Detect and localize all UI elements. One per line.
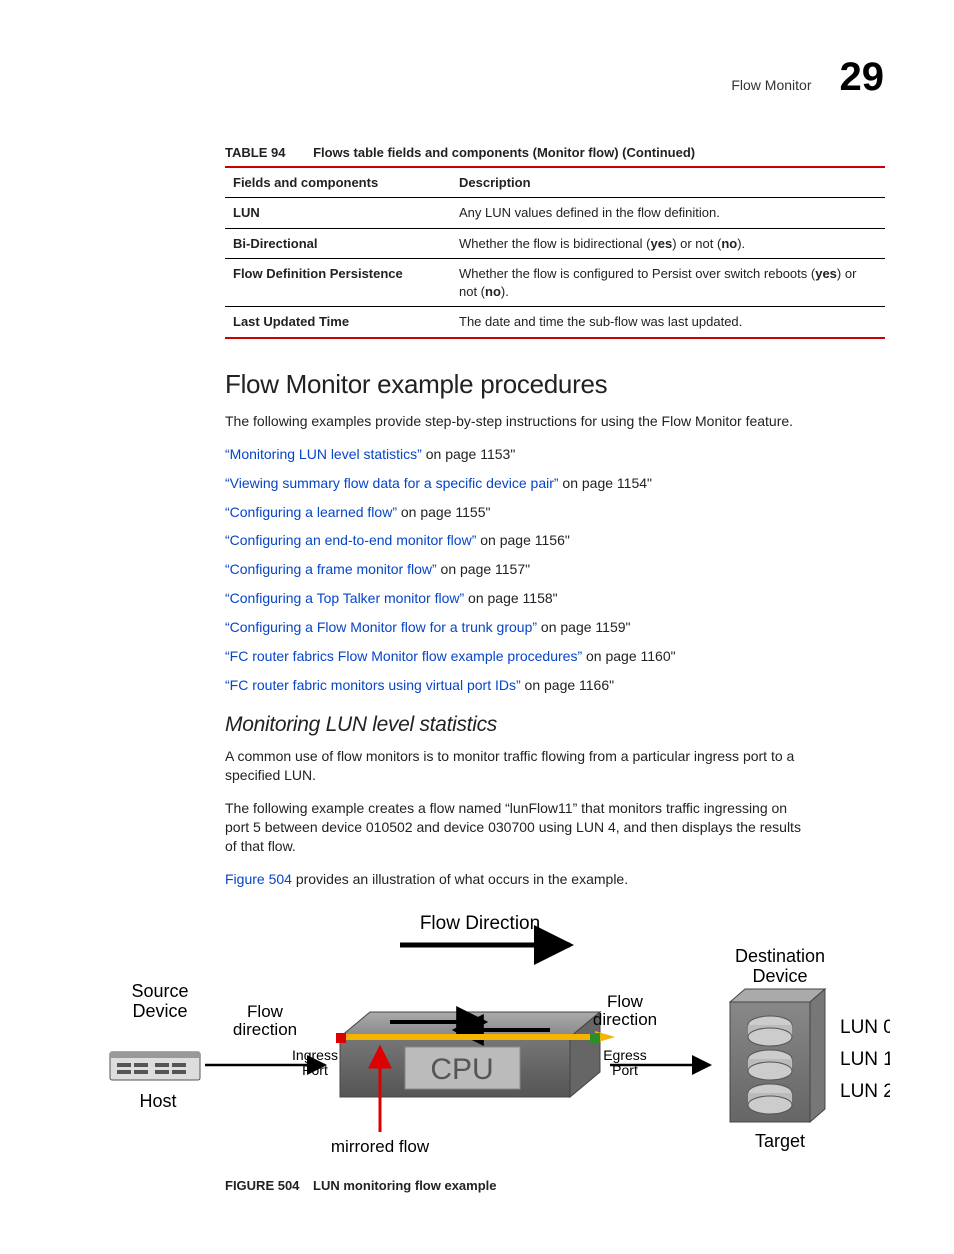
table-caption: TABLE 94 Flows table fields and componen… [225,144,884,162]
body-paragraph: Figure 504 provides an illustration of w… [225,870,814,889]
page-header: Flow Monitor 29 [70,50,884,104]
switch-cpu-icon: CPU [336,1012,615,1097]
xref-link[interactable]: “FC router fabrics Flow Monitor flow exa… [225,648,582,664]
xref-tail: on page 1156" [476,532,569,548]
table-caption-label: TABLE 94 [225,145,285,160]
table-cell-desc: Any LUN values defined in the flow defin… [451,198,885,229]
xref-link[interactable]: “Configuring a frame monitor flow” [225,561,437,577]
table-row: Flow Definition Persistence Whether the … [225,259,885,307]
xref-line: “FC router fabric monitors using virtual… [225,676,814,695]
xref-link[interactable]: “Configuring a Top Talker monitor flow” [225,590,464,606]
xref-line: “Monitoring LUN level statistics” on pag… [225,445,814,464]
xref-line: “Viewing summary flow data for a specifi… [225,474,814,493]
table-cell-desc: The date and time the sub-flow was last … [451,307,885,338]
table-cell-desc: Whether the flow is bidirectional (yes) … [451,228,885,259]
flows-table: Fields and components Description LUN An… [225,166,885,339]
sub-heading: Monitoring LUN level statistics [225,711,884,739]
xref-tail: on page 1160" [582,648,675,664]
body-text: provides an illustration of what occurs … [292,871,628,887]
label-destination-device: DestinationDevice [735,946,825,986]
target-device-icon [730,989,825,1122]
header-chapter-number: 29 [840,50,885,104]
table-header-col2: Description [451,167,885,198]
xref-tail: on page 1154" [559,475,652,491]
xref-line: “Configuring an end-to-end monitor flow”… [225,531,814,550]
table-header-col1: Fields and components [225,167,451,198]
xref-tail: on page 1159" [537,619,630,635]
table-cell-desc: Whether the flow is configured to Persis… [451,259,885,307]
table-cell-field: Flow Definition Persistence [225,259,451,307]
label-ingress-port: IngressPort [292,1047,338,1078]
label-source-device: SourceDevice [131,981,188,1021]
label-lun2: LUN 2 [840,1081,890,1102]
xref-link[interactable]: “Monitoring LUN level statistics” [225,446,422,462]
xref-link[interactable]: “Configuring a learned flow” [225,504,397,520]
xref-tail: on page 1155" [397,504,490,520]
host-device-icon [110,1052,200,1080]
xref-line: “Configuring a frame monitor flow” on pa… [225,560,814,579]
xref-tail: on page 1153" [422,446,515,462]
xref-line: “Configuring a Flow Monitor flow for a t… [225,618,814,637]
figure-ref-link[interactable]: Figure 504 [225,871,292,887]
body-paragraph: A common use of flow monitors is to moni… [225,747,814,785]
intro-paragraph: The following examples provide step-by-s… [225,412,814,431]
table-row: Bi-Directional Whether the flow is bidir… [225,228,885,259]
figure: Flow Direction SourceDevice Host Flowdir… [70,907,884,1167]
xref-tail: on page 1157" [437,561,530,577]
label-mirrored-flow: mirrored flow [331,1137,430,1156]
label-flow-direction-top: Flow Direction [420,913,540,934]
lun-monitoring-diagram: Flow Direction SourceDevice Host Flowdir… [70,907,890,1167]
section-heading: Flow Monitor example procedures [225,367,884,402]
label-lun0: LUN 0 [840,1017,890,1038]
table-cell-field: LUN [225,198,451,229]
xref-link[interactable]: “Viewing summary flow data for a specifi… [225,475,559,491]
xref-link[interactable]: “Configuring a Flow Monitor flow for a t… [225,619,537,635]
label-flow-direction-left: Flowdirection [233,1002,297,1039]
header-section-label: Flow Monitor [731,76,811,95]
table-cell-field: Last Updated Time [225,307,451,338]
xref-line: “FC router fabrics Flow Monitor flow exa… [225,647,814,666]
figure-caption-label: FIGURE 504 [225,1178,299,1193]
figure-caption-text: LUN monitoring flow example [313,1178,496,1193]
table-row: LUN Any LUN values defined in the flow d… [225,198,885,229]
xref-line: “Configuring a learned flow” on page 115… [225,503,814,522]
label-target: Target [755,1131,805,1151]
xref-link[interactable]: “Configuring an end-to-end monitor flow” [225,532,476,548]
xref-tail: on page 1166" [521,677,614,693]
label-flow-direction-right: Flowdirection [593,992,657,1029]
table-cell-field: Bi-Directional [225,228,451,259]
label-host: Host [139,1091,176,1111]
xref-link[interactable]: “FC router fabric monitors using virtual… [225,677,521,693]
body-paragraph: The following example creates a flow nam… [225,799,814,856]
table-caption-text: Flows table fields and components (Monit… [313,145,695,160]
table-row: Last Updated Time The date and time the … [225,307,885,338]
figure-caption: FIGURE 504 LUN monitoring flow example [225,1177,884,1195]
label-lun1: LUN 1 [840,1049,890,1070]
label-cpu: CPU [430,1053,493,1086]
label-egress-port: EgressPort [603,1047,647,1078]
xref-line: “Configuring a Top Talker monitor flow” … [225,589,814,608]
xref-tail: on page 1158" [464,590,557,606]
